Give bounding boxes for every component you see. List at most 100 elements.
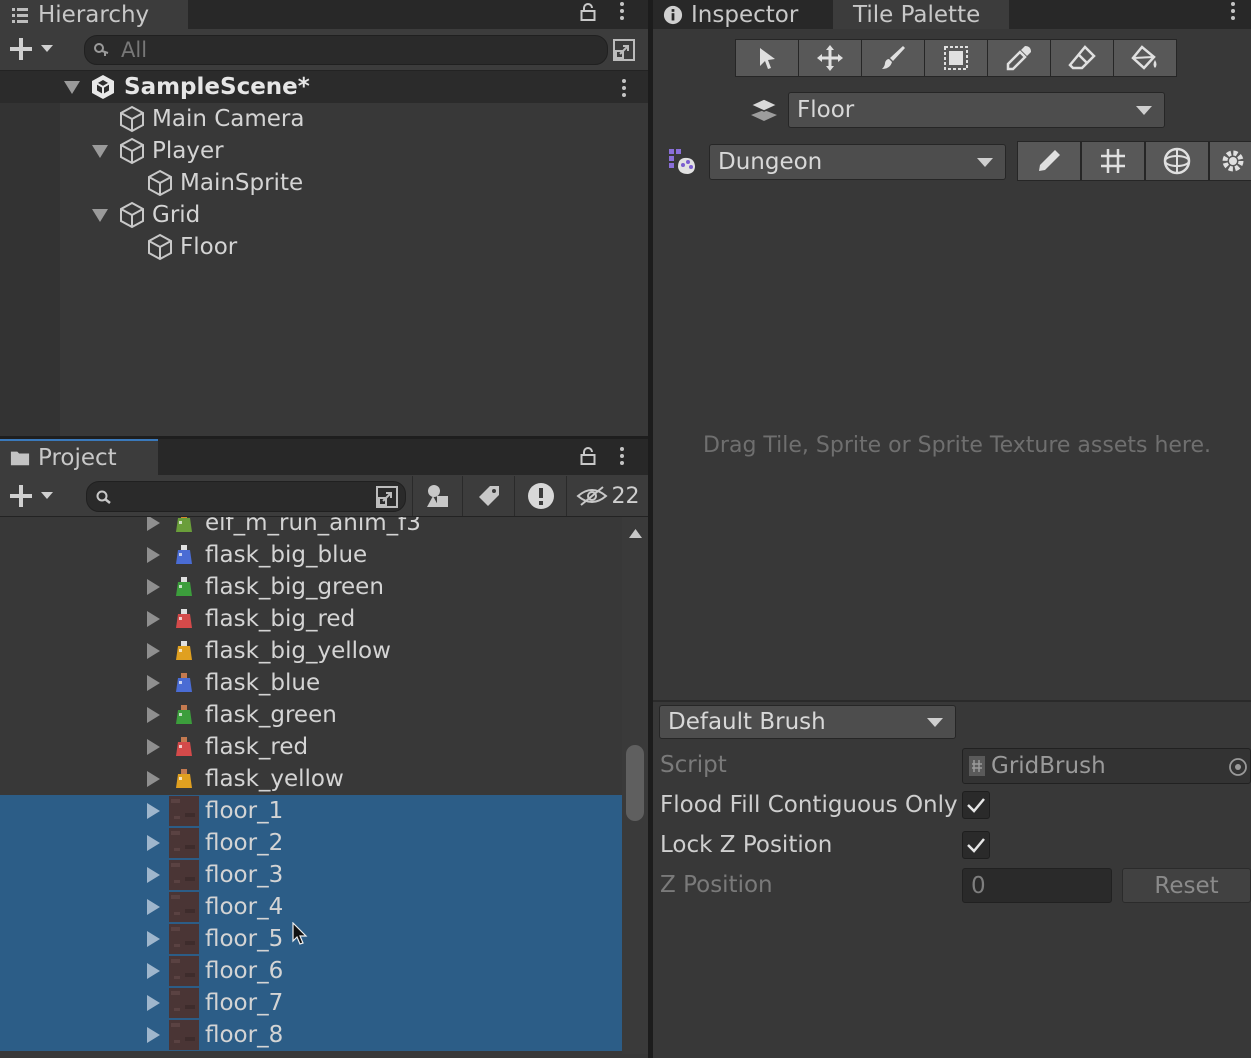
expand-arrow-icon[interactable] (147, 1027, 160, 1043)
palette-dropdown[interactable]: Dungeon (709, 144, 1006, 180)
project-item[interactable]: floor_8 (0, 1019, 622, 1051)
hierarchy-search-input[interactable]: All (84, 35, 608, 65)
expand-arrow-icon[interactable] (92, 144, 108, 158)
palette-settings-button[interactable] (1209, 141, 1251, 181)
expand-arrow-icon[interactable] (147, 643, 160, 659)
expand-arrow-icon[interactable] (147, 899, 160, 915)
flood-fill-checkbox[interactable] (962, 791, 990, 819)
expand-arrow-icon[interactable] (147, 675, 160, 691)
expand-arrow-icon[interactable] (147, 835, 160, 851)
scroll-up-icon[interactable] (629, 529, 642, 538)
search-by-type-button[interactable] (412, 476, 462, 516)
grid-icon (1101, 149, 1125, 173)
project-item[interactable]: flask_big_blue (0, 539, 622, 571)
edit-palette-button[interactable] (1017, 141, 1081, 181)
brush-separator[interactable] (653, 700, 1251, 702)
fill-tool-button[interactable] (1113, 39, 1177, 77)
expand-arrow-icon[interactable] (147, 995, 160, 1011)
object-picker-icon[interactable] (1228, 757, 1248, 777)
project-item[interactable]: floor_2 (0, 827, 622, 859)
expand-arrow-icon[interactable] (147, 517, 160, 531)
lock-icon[interactable] (580, 3, 596, 21)
search-by-label-button[interactable] (462, 476, 514, 516)
expand-arrow-icon[interactable] (147, 963, 160, 979)
reset-button[interactable]: Reset (1122, 868, 1251, 903)
hierarchy-item-label: Floor (180, 234, 238, 260)
palette-chevron-icon (977, 158, 993, 167)
project-item[interactable]: floor_7 (0, 987, 622, 1019)
show-issues-button[interactable] (514, 476, 566, 516)
project-expand-window-icon[interactable] (375, 485, 399, 509)
hierarchy-item[interactable]: Main Camera (0, 103, 648, 135)
brush-dropdown[interactable]: Default Brush (659, 705, 956, 739)
hierarchy-item[interactable]: Grid (0, 199, 648, 231)
scrollbar-thumb[interactable] (626, 745, 644, 821)
tab-hierarchy[interactable]: Hierarchy (0, 0, 188, 29)
more-menu-icon[interactable] (619, 2, 625, 20)
expand-arrow-icon[interactable] (147, 739, 160, 755)
hierarchy-item-label: Main Camera (152, 106, 305, 132)
move-tool-button[interactable] (798, 39, 862, 77)
scene-row[interactable]: SampleScene* (0, 71, 648, 103)
expand-arrow-icon[interactable] (147, 931, 160, 947)
toggle-gizmos-button[interactable] (1145, 141, 1209, 181)
checkmark-icon (967, 798, 985, 813)
project-item[interactable]: flask_yellow (0, 763, 622, 795)
hierarchy-item[interactable]: Floor (0, 231, 648, 263)
expand-arrow-icon[interactable] (147, 611, 160, 627)
expand-arrow-icon[interactable] (64, 80, 80, 94)
toggle-grid-button[interactable] (1081, 141, 1145, 181)
project-item[interactable]: flask_blue (0, 667, 622, 699)
project-item[interactable]: floor_1 (0, 795, 622, 827)
project-more-menu-icon[interactable] (619, 447, 625, 465)
hidden-packages-button[interactable]: 22 (566, 476, 648, 516)
project-item[interactable]: flask_big_yellow (0, 635, 622, 667)
scene-menu-icon[interactable] (621, 79, 627, 97)
expand-arrow-icon[interactable] (147, 579, 160, 595)
project-create-button[interactable] (8, 483, 54, 509)
project-item[interactable]: flask_green (0, 699, 622, 731)
project-item[interactable]: elf_m_run_anim_f3 (0, 517, 622, 539)
expand-arrow-icon[interactable] (92, 208, 108, 222)
expand-arrow-icon[interactable] (147, 803, 160, 819)
eraser-tool-button[interactable] (1050, 39, 1114, 77)
project-toolbar: 22 (0, 475, 648, 517)
hierarchy-item[interactable]: Player (0, 135, 648, 167)
project-plus-icon (10, 485, 32, 507)
expand-arrow-icon[interactable] (147, 771, 160, 787)
hierarchy-item[interactable]: MainSprite (0, 167, 648, 199)
expand-arrow-icon[interactable] (147, 867, 160, 883)
tab-inspector[interactable]: Inspector (653, 0, 833, 29)
palette-more-menu-icon[interactable] (1230, 2, 1236, 20)
create-button[interactable] (8, 36, 54, 62)
flask-red-icon (176, 737, 192, 756)
expand-arrow-icon[interactable] (147, 547, 160, 563)
project-item[interactable]: flask_big_red (0, 603, 622, 635)
project-lock-icon[interactable] (580, 447, 596, 465)
project-item[interactable]: floor_6 (0, 955, 622, 987)
project-item[interactable]: floor_4 (0, 891, 622, 923)
paint-tool-button[interactable] (861, 39, 925, 77)
lock-z-checkbox[interactable] (962, 831, 990, 859)
tab-project[interactable]: Project (0, 439, 158, 475)
select-tool-button[interactable] (735, 39, 799, 77)
project-item[interactable]: floor_5 (0, 923, 622, 955)
project-item[interactable]: flask_big_green (0, 571, 622, 603)
tab-tile-palette[interactable]: Tile Palette (833, 0, 1009, 29)
project-item[interactable]: flask_red (0, 731, 622, 763)
project-search-input[interactable] (86, 481, 406, 512)
palette-drop-area[interactable]: Drag Tile, Sprite or Sprite Texture asse… (653, 190, 1251, 700)
hierarchy-item-label: Grid (152, 202, 201, 228)
picker-tool-button[interactable] (987, 39, 1051, 77)
project-item[interactable]: floor_3 (0, 859, 622, 891)
expand-arrow-icon[interactable] (147, 707, 160, 723)
palette-value: Dungeon (718, 149, 823, 175)
expand-window-icon[interactable] (612, 38, 636, 62)
box-fill-tool-button[interactable] (924, 39, 988, 77)
flask-yellow-icon (176, 769, 192, 788)
list-icon (12, 7, 28, 23)
layers-icon (749, 98, 779, 121)
active-tilemap-dropdown[interactable]: Floor (788, 92, 1165, 128)
z-position-input[interactable]: 0 (962, 868, 1112, 903)
project-scrollbar[interactable] (622, 517, 648, 1054)
